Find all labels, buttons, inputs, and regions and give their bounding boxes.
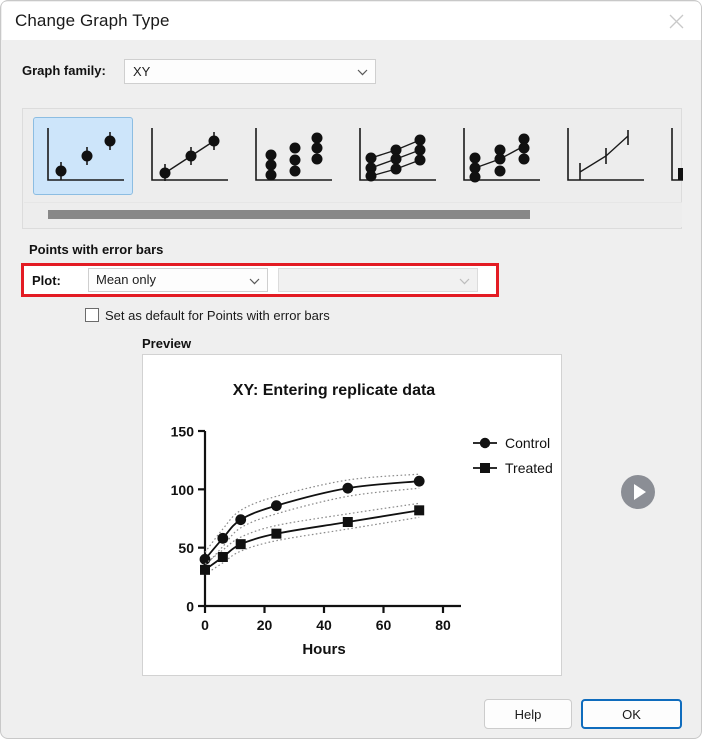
y-tick-label: 0 — [186, 599, 194, 615]
graph-family-select[interactable]: XY — [124, 59, 376, 84]
confidence-band — [204, 502, 420, 565]
x-tick-label: 60 — [376, 617, 392, 633]
close-icon[interactable] — [654, 4, 698, 38]
x-tick-label: 20 — [257, 617, 273, 633]
graph-type-partial-thumbnail[interactable] — [657, 117, 683, 195]
data-point — [413, 475, 425, 487]
help-button[interactable]: Help — [484, 699, 572, 729]
chevron-down-icon — [459, 278, 470, 285]
change-graph-type-dialog: Change Graph Type Graph family: XY Point… — [0, 0, 702, 739]
plot-select-value: Mean only — [96, 272, 156, 287]
plot-label: Plot: — [32, 273, 61, 288]
graph-type-scatter-with-mean-line[interactable] — [449, 117, 549, 195]
x-tick-label: 40 — [316, 617, 332, 633]
legend-marker — [480, 463, 490, 473]
legend-label: Control — [505, 435, 550, 451]
data-point — [235, 514, 247, 526]
dialog-title: Change Graph Type — [15, 11, 170, 30]
preview-panel: XY: Entering replicate data 0 50 100 150 0 20 4… — [142, 354, 562, 676]
data-point — [342, 482, 354, 494]
graph-family-value: XY — [133, 64, 151, 79]
graph-type-line-with-error-bars[interactable] — [553, 117, 653, 195]
graph-type-multiple-series-connected[interactable] — [345, 117, 445, 195]
legend-label: Treated — [505, 460, 553, 476]
set-as-default-label: Set as default for Points with error bar… — [105, 307, 330, 323]
graph-type-scatter-replicates[interactable] — [241, 117, 341, 195]
set-as-default-row[interactable]: Set as default for Points with error bar… — [85, 306, 330, 324]
preview-label: Preview — [142, 336, 192, 351]
data-point — [271, 528, 282, 539]
x-axis-label: Hours — [302, 641, 345, 658]
graph-family-label: Graph family: — [22, 63, 106, 78]
x-tick-label: 0 — [201, 617, 209, 633]
chevron-down-icon — [249, 278, 260, 285]
data-point — [342, 517, 353, 527]
plot-select[interactable]: Mean only — [88, 268, 268, 292]
data-point — [217, 552, 228, 562]
x-tick-label: 80 — [435, 617, 451, 633]
data-point — [271, 500, 282, 512]
gallery-scrollbar[interactable] — [24, 202, 682, 227]
gallery-scrollbar-thumb[interactable] — [48, 210, 530, 219]
data-point — [199, 553, 211, 565]
plot-secondary-select[interactable] — [278, 268, 478, 292]
dialog-titlebar: Change Graph Type — [2, 2, 701, 40]
data-point — [414, 505, 425, 516]
set-as-default-checkbox[interactable] — [85, 308, 99, 322]
data-point — [217, 532, 229, 544]
chart-title: XY: Entering replicate data — [233, 382, 436, 399]
play-circle-icon[interactable] — [620, 474, 656, 510]
legend-marker — [479, 437, 491, 449]
y-tick-label: 150 — [171, 424, 195, 440]
graph-type-points-with-error-bars[interactable] — [33, 117, 133, 195]
graph-type-thumbnails — [23, 109, 683, 204]
preview-chart: XY: Entering replicate data 0 50 100 150 0 20 4… — [171, 382, 553, 658]
ok-button[interactable]: OK — [581, 699, 682, 729]
chevron-down-icon — [357, 69, 368, 76]
data-point — [200, 564, 210, 575]
y-tick-label: 50 — [178, 540, 194, 556]
help-button-label: Help — [514, 706, 542, 722]
graph-type-gallery[interactable] — [22, 108, 683, 229]
ok-button-label: OK — [622, 706, 641, 722]
group-title: Points with error bars — [29, 242, 164, 257]
graph-type-points-with-connecting-line[interactable] — [137, 117, 237, 195]
y-tick-label: 100 — [171, 482, 195, 498]
data-point — [235, 539, 246, 550]
